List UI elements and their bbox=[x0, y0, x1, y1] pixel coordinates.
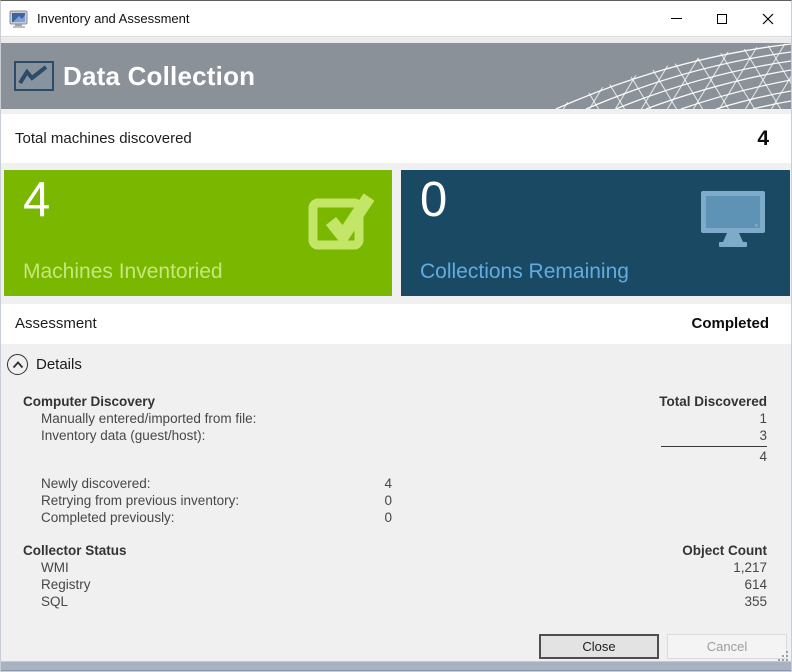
total-machines-row: Total machines discovered 4 bbox=[1, 114, 791, 163]
assessment-label: Assessment bbox=[15, 304, 97, 344]
window-controls bbox=[653, 1, 791, 36]
row-value: 0 bbox=[384, 509, 392, 526]
row-value: 355 bbox=[744, 593, 767, 610]
collector-row-registry: Registry 614 bbox=[1, 576, 791, 593]
computer-app-icon bbox=[9, 9, 31, 29]
collector-row-wmi: WMI 1,217 bbox=[1, 559, 791, 576]
total-machines-label: Total machines discovered bbox=[15, 114, 192, 163]
collections-remaining-count: 0 bbox=[420, 172, 447, 228]
machines-inventoried-count: 4 bbox=[23, 172, 50, 228]
row-label: Manually entered/imported from file: bbox=[41, 410, 256, 427]
minimize-icon bbox=[671, 18, 682, 19]
row-value: 4 bbox=[384, 475, 392, 492]
machines-inventoried-label: Machines Inventoried bbox=[23, 260, 223, 284]
sum-divider-line bbox=[661, 446, 767, 447]
row-label: Completed previously: bbox=[41, 509, 175, 526]
wireframe-mesh-graphic bbox=[541, 43, 791, 109]
collector-status-header: Collector Status bbox=[23, 542, 127, 559]
details-label: Details bbox=[36, 349, 82, 381]
row-label: Retrying from previous inventory: bbox=[41, 492, 239, 509]
computer-discovery-header-row: Computer Discovery Total Discovered bbox=[1, 393, 791, 410]
discovery-row-manual: Manually entered/imported from file: 1 bbox=[1, 410, 791, 427]
collector-row-sql: SQL 355 bbox=[1, 593, 791, 610]
close-icon bbox=[762, 13, 774, 25]
stat-row-completed-previously: Completed previously: 0 bbox=[1, 509, 791, 526]
assessment-row: Assessment Completed bbox=[1, 304, 791, 344]
object-count-header: Object Count bbox=[682, 542, 767, 559]
collections-remaining-label: Collections Remaining bbox=[420, 260, 629, 284]
resize-grip[interactable] bbox=[778, 651, 788, 661]
monitor-icon bbox=[698, 188, 768, 248]
computer-discovery-header: Computer Discovery bbox=[23, 393, 155, 410]
close-window-button[interactable] bbox=[745, 1, 791, 36]
checkbox-checked-icon bbox=[306, 186, 374, 252]
row-value: 0 bbox=[384, 492, 392, 509]
row-label: SQL bbox=[41, 593, 68, 610]
row-label: Newly discovered: bbox=[41, 475, 151, 492]
machines-inventoried-tile: 4 Machines Inventoried bbox=[4, 170, 392, 296]
row-label: Inventory data (guest/host): bbox=[41, 427, 205, 444]
total-discovered-header: Total Discovered bbox=[659, 393, 767, 410]
window-title: Inventory and Assessment bbox=[37, 11, 189, 26]
assessment-status: Completed bbox=[691, 304, 769, 344]
discovery-total-row: 4 bbox=[1, 448, 791, 465]
minimize-button[interactable] bbox=[653, 1, 699, 36]
maximize-button[interactable] bbox=[699, 1, 745, 36]
row-value: 1 bbox=[759, 410, 767, 427]
row-value: 1,217 bbox=[733, 559, 767, 576]
row-value: 3 bbox=[759, 427, 767, 444]
row-label: Registry bbox=[41, 576, 91, 593]
page-header: Data Collection bbox=[1, 43, 791, 109]
chevron-up-circle-icon bbox=[7, 354, 28, 375]
row-value: 614 bbox=[744, 576, 767, 593]
stat-row-retrying: Retrying from previous inventory: 0 bbox=[1, 492, 791, 509]
discovery-row-inventory: Inventory data (guest/host): 3 bbox=[1, 427, 791, 444]
details-toggle[interactable]: Details bbox=[1, 349, 791, 385]
total-machines-value: 4 bbox=[757, 114, 769, 163]
collector-status-header-row: Collector Status Object Count bbox=[1, 542, 791, 559]
cancel-button: Cancel bbox=[667, 634, 787, 659]
row-label: WMI bbox=[41, 559, 69, 576]
discovery-total-value: 4 bbox=[759, 448, 767, 465]
maximize-icon bbox=[717, 14, 727, 24]
window-bottom-border bbox=[1, 661, 791, 671]
page-title: Data Collection bbox=[63, 43, 255, 109]
title-bar: Inventory and Assessment bbox=[1, 1, 791, 37]
dialog-window: Inventory and Assessment bbox=[0, 0, 792, 672]
collections-remaining-tile: 0 Collections Remaining bbox=[401, 170, 790, 296]
line-chart-icon bbox=[14, 61, 54, 91]
stat-row-newly-discovered: Newly discovered: 4 bbox=[1, 475, 791, 492]
close-button[interactable]: Close bbox=[539, 634, 659, 659]
